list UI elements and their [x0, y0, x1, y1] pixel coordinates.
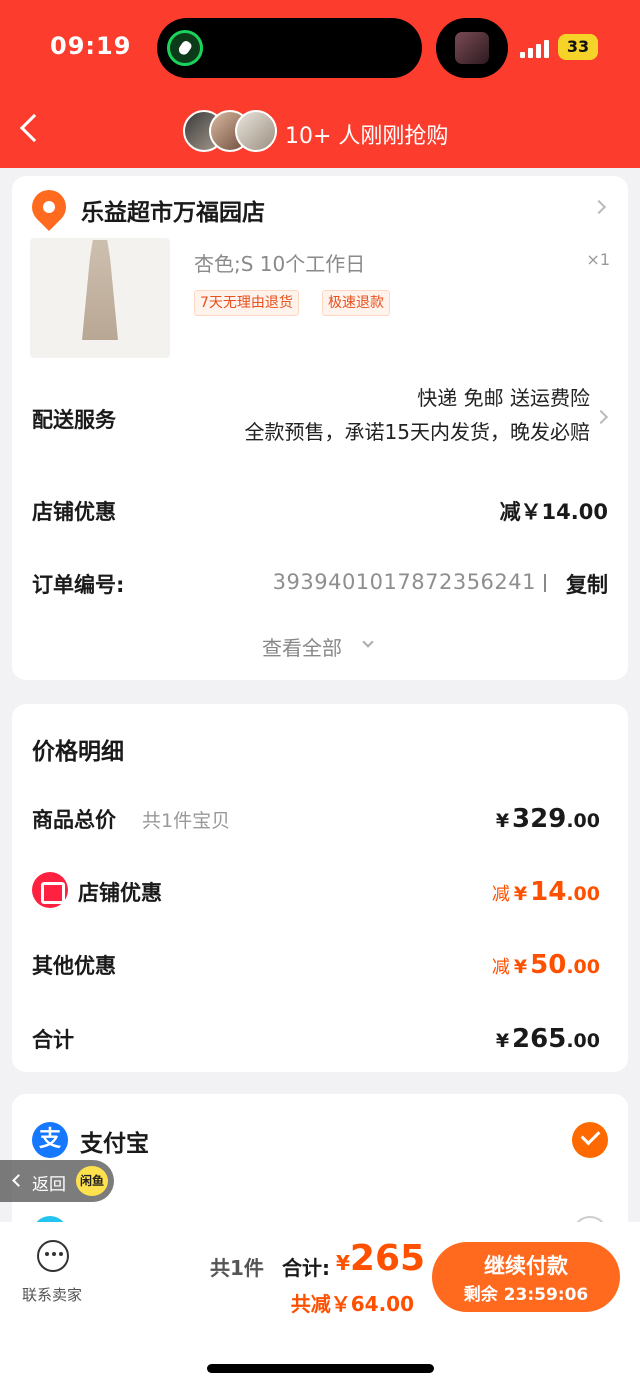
home-indicator	[207, 1364, 434, 1373]
countdown-timer: 剩余 23:59:06	[463, 1285, 589, 1305]
shop-row[interactable]: 乐益超市万福园店	[24, 182, 612, 232]
copy-button[interactable]: 复制	[566, 569, 608, 599]
location-pin-icon	[24, 182, 74, 232]
chat-icon[interactable]	[37, 1240, 69, 1272]
delivery-label: 配送服务	[32, 408, 116, 432]
return-to-app-button[interactable]: 返回 闲鱼	[0, 1160, 114, 1202]
shop-discount-value: 减￥14.00	[499, 500, 608, 524]
pay-button-label: 继续付款	[484, 1254, 568, 1278]
bottom-action-bar: 联系卖家 共1件 合计: ¥265 共减￥64.00 继续付款 剩余 23:59…	[0, 1222, 640, 1387]
price-detail-title: 价格明细	[32, 739, 124, 765]
total-value: ¥265.00	[495, 1024, 600, 1054]
battery-indicator: 33	[558, 34, 598, 60]
dress-image	[82, 240, 118, 340]
header-title: 10+ 人刚刚抢购	[285, 124, 449, 149]
items-total-value: ¥329.00	[495, 804, 600, 834]
status-time: 09:19	[50, 32, 132, 60]
product-sku: 杏色;S 10个工作日	[194, 252, 366, 276]
divider	[544, 574, 546, 592]
items-total-label: 商品总价	[32, 808, 116, 832]
xianyu-app-icon: 闲鱼	[76, 1166, 108, 1196]
total-label: 合计	[32, 1028, 74, 1052]
items-count: 共1件宝贝	[142, 810, 231, 832]
alipay-icon: 支	[32, 1122, 68, 1158]
buyer-avatars	[183, 110, 279, 154]
order-number-label: 订单编号:	[32, 573, 125, 597]
total-amount: ¥265	[336, 1238, 426, 1279]
total-label: 合计:	[282, 1256, 330, 1280]
continue-pay-button[interactable]: 继续付款 剩余 23:59:06	[432, 1242, 620, 1312]
order-number: 3939401017872356241	[272, 570, 536, 594]
shop-name: 乐益超市万福园店	[81, 200, 265, 226]
media-thumbnail	[455, 32, 489, 64]
media-activity	[436, 18, 508, 78]
shop-coupon-icon	[32, 872, 68, 908]
shop-discount-detail-label: 店铺优惠	[78, 881, 162, 905]
total-saved: 共减￥64.00	[290, 1292, 414, 1316]
dynamic-island	[157, 18, 422, 78]
chevron-right-icon	[591, 199, 607, 215]
payment-option-alipay[interactable]: 支付宝	[80, 1124, 149, 1158]
delivery-presale-note[interactable]: 全款预售，承诺15天内发货，晚发必赔	[245, 416, 590, 445]
chevron-left-icon	[12, 1174, 25, 1187]
other-discount-value: 减 ¥50.00	[491, 950, 600, 980]
signal-icon	[520, 38, 552, 58]
chevron-down-icon	[362, 636, 374, 648]
contact-seller-button[interactable]: 联系卖家	[22, 1284, 82, 1305]
checkmark-icon[interactable]	[572, 1122, 608, 1158]
product-image[interactable]	[30, 238, 170, 358]
delivery-method[interactable]: 快递 免邮 送运费险	[417, 382, 590, 411]
view-all-button[interactable]: 查看全部	[262, 632, 342, 661]
tag-7day-return: 7天无理由退货	[194, 290, 299, 316]
price-detail-card: 价格明细 商品总价 共1件宝贝 ¥329.00 店铺优惠 减 ¥14.00 其他优…	[12, 704, 628, 1072]
tag-fast-refund: 极速退款	[322, 290, 390, 316]
return-label: 返回	[32, 1175, 66, 1195]
other-discount-label: 其他优惠	[32, 954, 116, 978]
product-quantity: ×1	[586, 250, 610, 269]
order-card: 乐益超市万福园店 杏色;S 10个工作日 ×1 7天无理由退货 极速退款 配送服…	[12, 176, 628, 680]
item-count: 共1件	[210, 1256, 264, 1280]
shop-discount-label: 店铺优惠	[32, 500, 116, 524]
header: 09:19 33 10+ 人刚刚抢购	[0, 0, 640, 168]
chevron-right-icon	[593, 409, 609, 425]
shop-discount-detail-value: 减 ¥14.00	[491, 877, 600, 907]
app-activity-icon	[167, 30, 203, 66]
avatar	[235, 110, 277, 152]
back-arrow-icon[interactable]	[19, 113, 49, 143]
